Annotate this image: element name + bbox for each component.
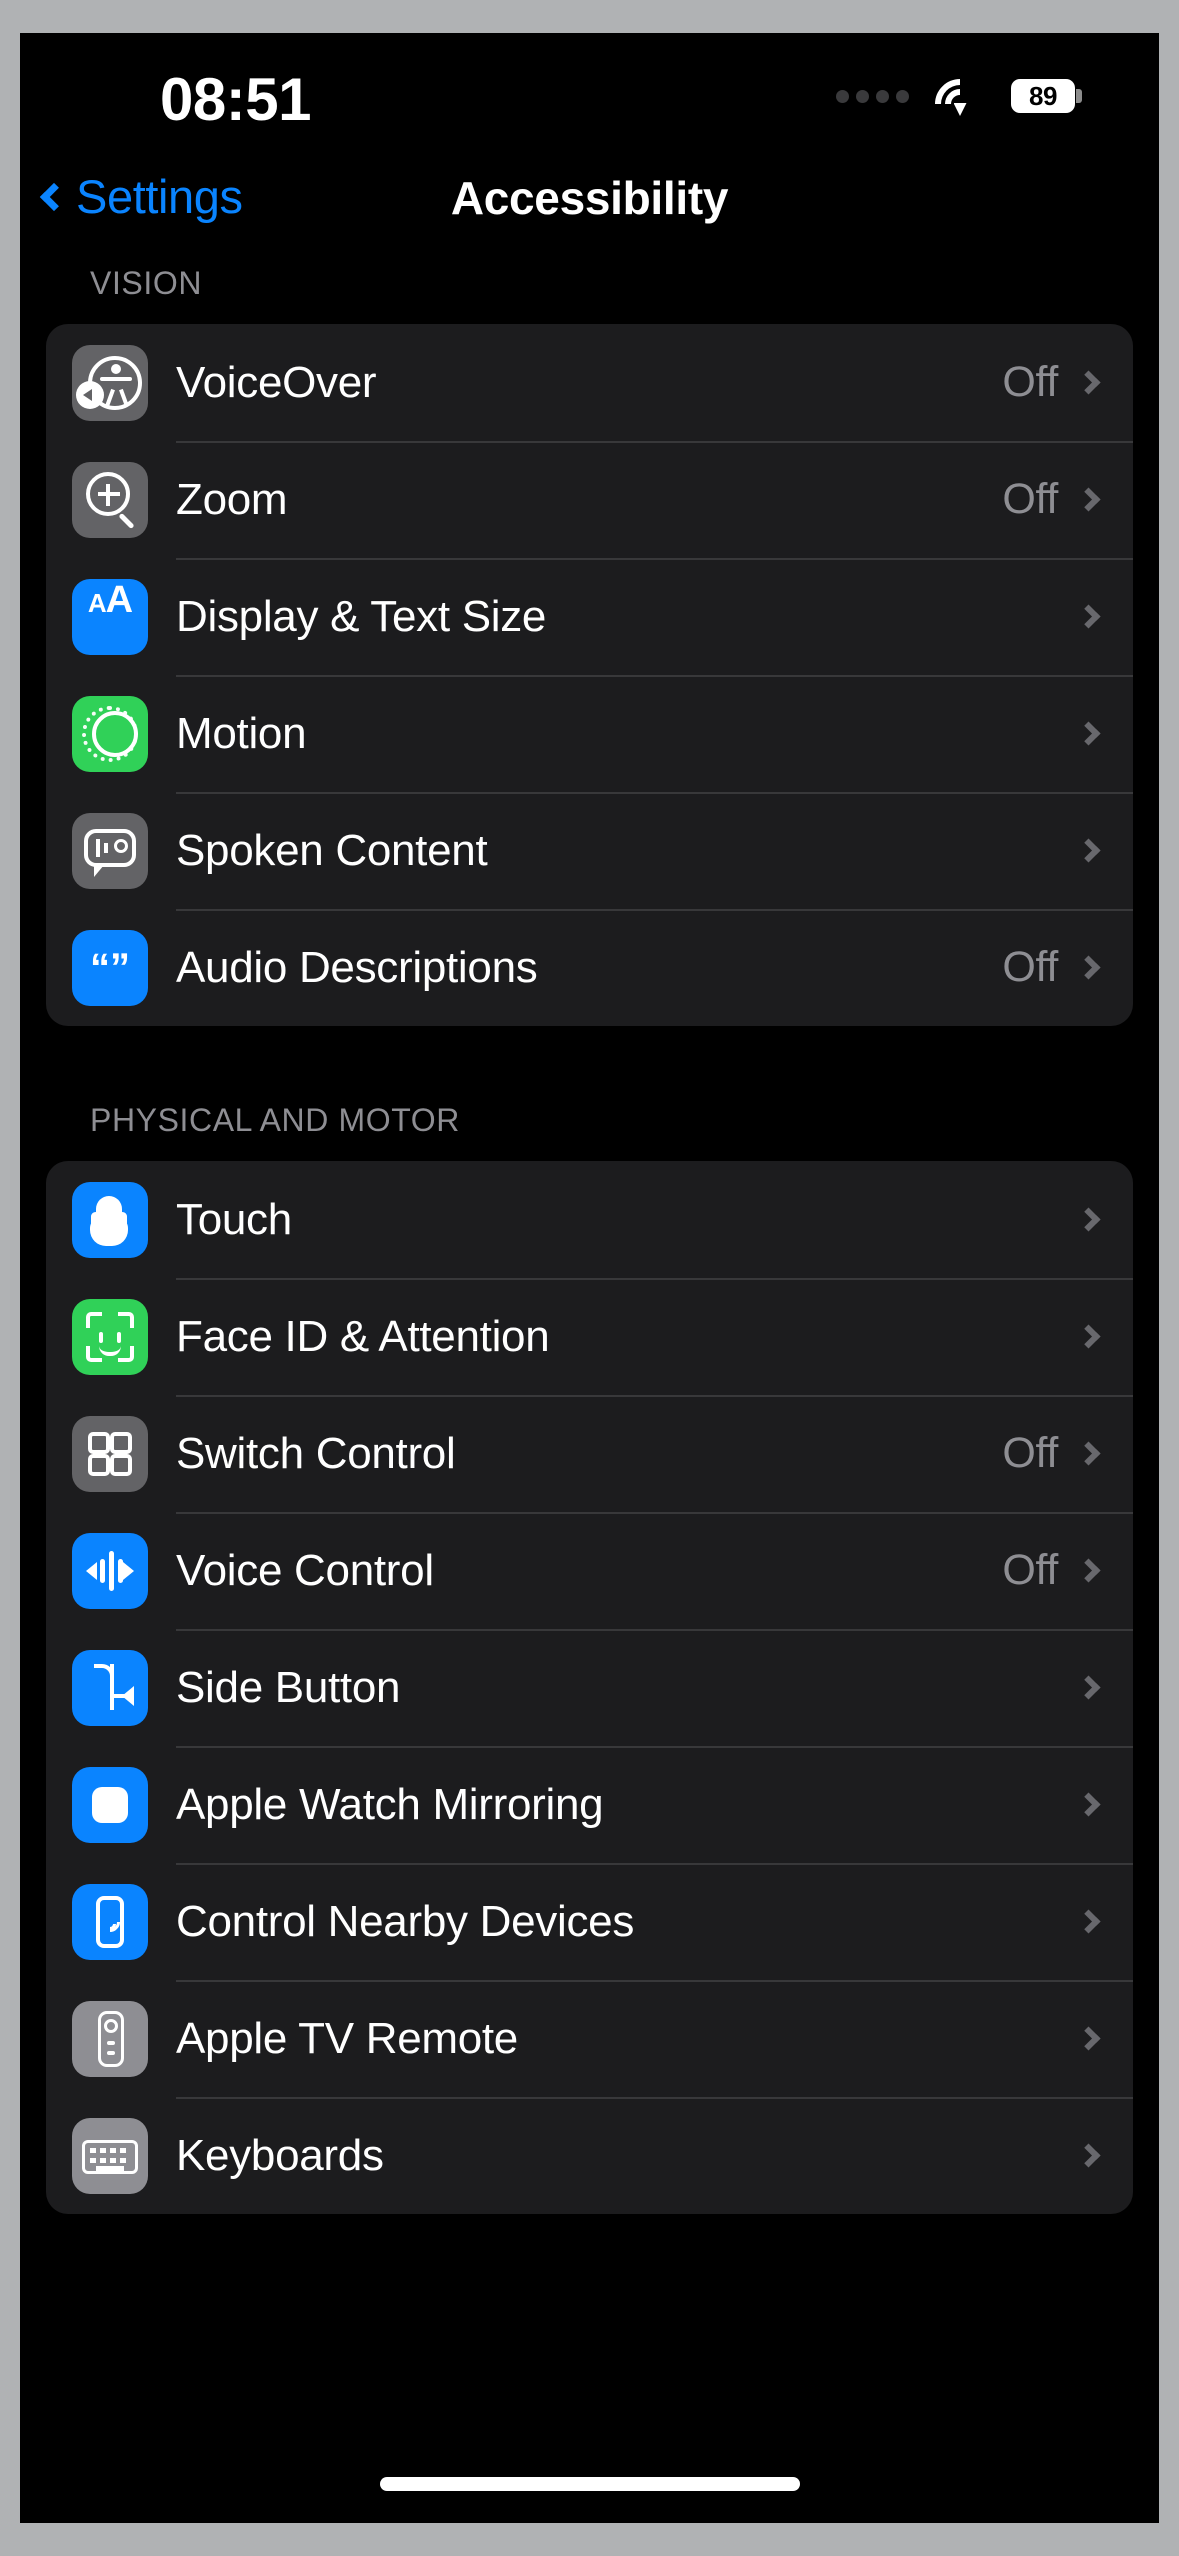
chevron-right-icon bbox=[1076, 604, 1101, 629]
settings-row-display-text-size[interactable]: AA Display & Text Size bbox=[46, 558, 1133, 675]
chevron-right-icon bbox=[1076, 721, 1101, 746]
settings-row-label: Motion bbox=[176, 708, 307, 758]
motion-icon bbox=[72, 695, 148, 772]
chevron-right-icon bbox=[1076, 1909, 1101, 1934]
settings-row-label: Audio Descriptions bbox=[176, 942, 538, 992]
settings-row-label: Side Button bbox=[176, 1662, 401, 1712]
settings-row-spoken-content[interactable]: Spoken Content bbox=[46, 792, 1133, 909]
chevron-right-icon bbox=[1076, 1558, 1101, 1583]
page-title: Accessibility bbox=[450, 172, 729, 224]
status-bar-clock: 08:51 bbox=[160, 66, 311, 133]
chevron-right-icon bbox=[1076, 2026, 1101, 2051]
chevron-right-icon bbox=[1076, 487, 1101, 512]
settings-row-apple-tv-remote[interactable]: Apple TV Remote bbox=[46, 1980, 1133, 2097]
settings-row-label: Apple Watch Mirroring bbox=[176, 1779, 604, 1829]
settings-row-control-nearby-devices[interactable]: Control Nearby Devices bbox=[46, 1863, 1133, 1980]
voiceover-icon bbox=[72, 344, 148, 421]
settings-row-audio-descriptions[interactable]: “” Audio Descriptions Off bbox=[46, 909, 1133, 1026]
settings-row-label: VoiceOver bbox=[176, 357, 377, 407]
chevron-right-icon bbox=[1076, 955, 1101, 980]
settings-row-value: Off bbox=[1002, 475, 1058, 523]
settings-row-face-id-attention[interactable]: Face ID & Attention bbox=[46, 1278, 1133, 1395]
control-nearby-devices-icon bbox=[72, 1883, 148, 1960]
chevron-right-icon bbox=[1076, 370, 1101, 395]
home-indicator[interactable] bbox=[379, 2477, 800, 2491]
chevron-right-icon bbox=[1076, 1441, 1101, 1466]
settings-row-label: Touch bbox=[176, 1194, 292, 1244]
settings-row-value: Off bbox=[1002, 358, 1058, 406]
spoken-content-icon bbox=[72, 812, 148, 889]
settings-row-keyboards[interactable]: Keyboards bbox=[46, 2097, 1133, 2214]
settings-row-label: Face ID & Attention bbox=[176, 1311, 550, 1361]
section-card-vision: VoiceOver Off Zoom Off AA Display & Text… bbox=[46, 324, 1133, 1026]
settings-row-side-button[interactable]: Side Button bbox=[46, 1629, 1133, 1746]
cellular-dots-icon bbox=[836, 89, 909, 103]
wifi-icon bbox=[924, 68, 996, 140]
settings-row-value: Off bbox=[1002, 1546, 1058, 1594]
settings-row-voiceover[interactable]: VoiceOver Off bbox=[46, 324, 1133, 441]
settings-row-label: Spoken Content bbox=[176, 825, 488, 875]
settings-row-touch[interactable]: Touch bbox=[46, 1161, 1133, 1278]
chevron-right-icon bbox=[1076, 1675, 1101, 1700]
status-bar-indicators: 89 bbox=[836, 68, 1082, 140]
settings-row-label: Display & Text Size bbox=[176, 591, 547, 641]
chevron-right-icon bbox=[1076, 2143, 1101, 2168]
settings-row-label: Voice Control bbox=[176, 1545, 434, 1595]
settings-row-label: Keyboards bbox=[176, 2130, 384, 2180]
settings-row-label: Zoom bbox=[176, 474, 288, 524]
settings-list[interactable]: VISION VoiceOver Off Zoom Off A A Displa… bbox=[20, 265, 1159, 2523]
settings-row-label: Switch Control bbox=[176, 1428, 456, 1478]
apple-tv-remote-icon bbox=[72, 2000, 148, 2077]
settings-row-voice-control[interactable]: Voice Control Off bbox=[46, 1512, 1133, 1629]
keyboard-icon bbox=[72, 2117, 148, 2194]
battery-icon: 89 bbox=[1011, 79, 1082, 113]
apple-watch-mirroring-icon bbox=[72, 1766, 148, 1843]
chevron-right-icon bbox=[1076, 1207, 1101, 1232]
navigation-bar: Settings Accessibility bbox=[20, 155, 1159, 265]
audio-descriptions-icon: “” bbox=[72, 929, 148, 1006]
battery-level-label: 89 bbox=[1029, 80, 1057, 111]
face-id-icon bbox=[72, 1298, 148, 1375]
settings-row-value: Off bbox=[1002, 943, 1058, 991]
chevron-right-icon bbox=[1076, 1324, 1101, 1349]
display-text-size-icon: AA bbox=[72, 578, 148, 655]
switch-control-icon bbox=[72, 1415, 148, 1492]
status-bar: 08:51 89 bbox=[20, 33, 1159, 155]
settings-row-label: Apple TV Remote bbox=[176, 2013, 518, 2063]
phone-screen: 08:51 89 Settings Accessibility VISION V… bbox=[20, 33, 1159, 2523]
settings-row-motion[interactable]: Motion bbox=[46, 675, 1133, 792]
zoom-magnifier-icon bbox=[72, 461, 148, 538]
side-button-icon bbox=[72, 1649, 148, 1726]
section-card-physical-and-motor: Touch Face ID & Attention Switch Control bbox=[46, 1161, 1133, 2214]
touch-hand-icon bbox=[72, 1181, 148, 1258]
settings-row-apple-watch-mirroring[interactable]: Apple Watch Mirroring bbox=[46, 1746, 1133, 1863]
settings-row-label: Control Nearby Devices bbox=[176, 1896, 635, 1946]
settings-row-zoom[interactable]: Zoom Off bbox=[46, 441, 1133, 558]
chevron-right-icon bbox=[1076, 1792, 1101, 1817]
voice-control-icon bbox=[72, 1532, 148, 1609]
chevron-right-icon bbox=[1076, 838, 1101, 863]
settings-row-switch-control[interactable]: Switch Control Off bbox=[46, 1395, 1133, 1512]
settings-row-value: Off bbox=[1002, 1429, 1058, 1477]
section-header-vision: VISION bbox=[90, 265, 203, 301]
section-header-physical-and-motor: PHYSICAL AND MOTOR bbox=[90, 1102, 460, 1138]
